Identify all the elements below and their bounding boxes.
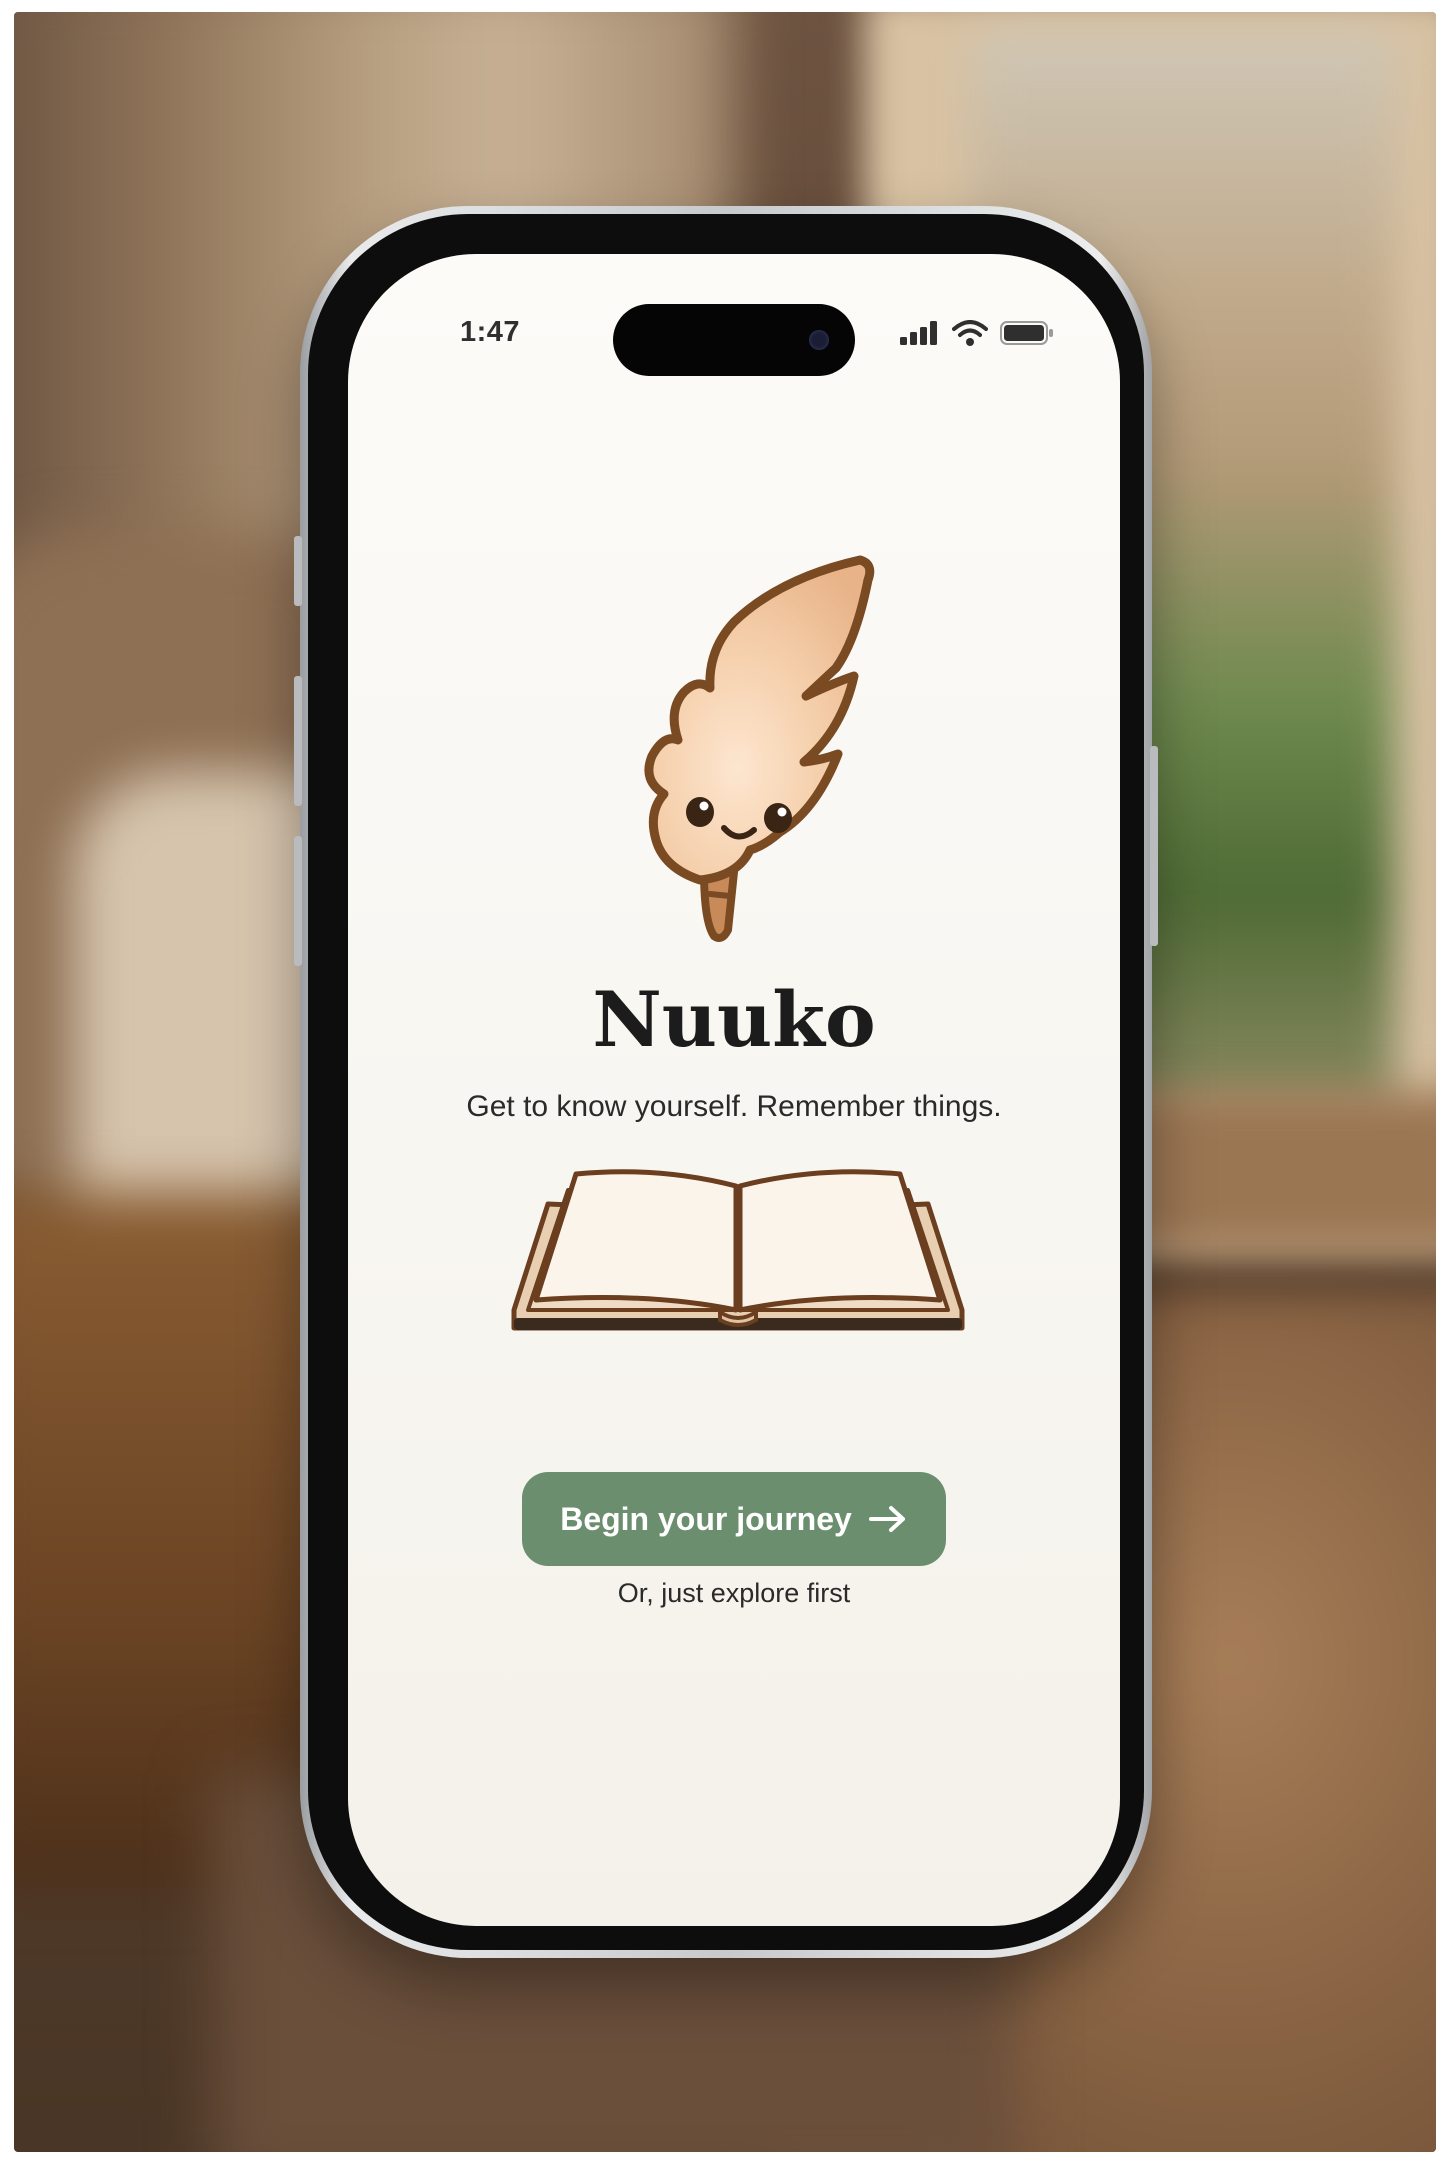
phone-bezel: 1:47 Nuuko Get to know yourself. Remembe… [308, 214, 1144, 1950]
front-camera [809, 330, 829, 350]
feather-mascot [644, 555, 875, 942]
begin-journey-label: Begin your journey [560, 1500, 852, 1537]
arrow-right-icon [868, 1506, 905, 1532]
volume-down-button [294, 836, 302, 966]
battery-icon [1000, 321, 1053, 345]
app-screen: 1:47 Nuuko Get to know yourself. Remembe… [348, 254, 1120, 1926]
open-book-icon [511, 1169, 965, 1331]
dynamic-island [613, 304, 855, 376]
app-tagline: Get to know yourself. Remember things. [466, 1090, 1002, 1123]
signal-icon [900, 321, 937, 345]
mute-switch [294, 536, 302, 606]
phone-frame: 1:47 Nuuko Get to know yourself. Remembe… [294, 206, 1158, 1958]
status-time: 1:47 [460, 316, 521, 348]
volume-up-button [294, 676, 302, 806]
explore-first-link[interactable]: Or, just explore first [348, 1578, 1120, 1609]
begin-journey-button[interactable]: Begin your journey [522, 1472, 946, 1566]
power-button [1150, 746, 1158, 946]
wifi-icon [952, 320, 988, 346]
status-icons [900, 320, 1054, 346]
app-title: Nuuko [592, 975, 876, 1064]
